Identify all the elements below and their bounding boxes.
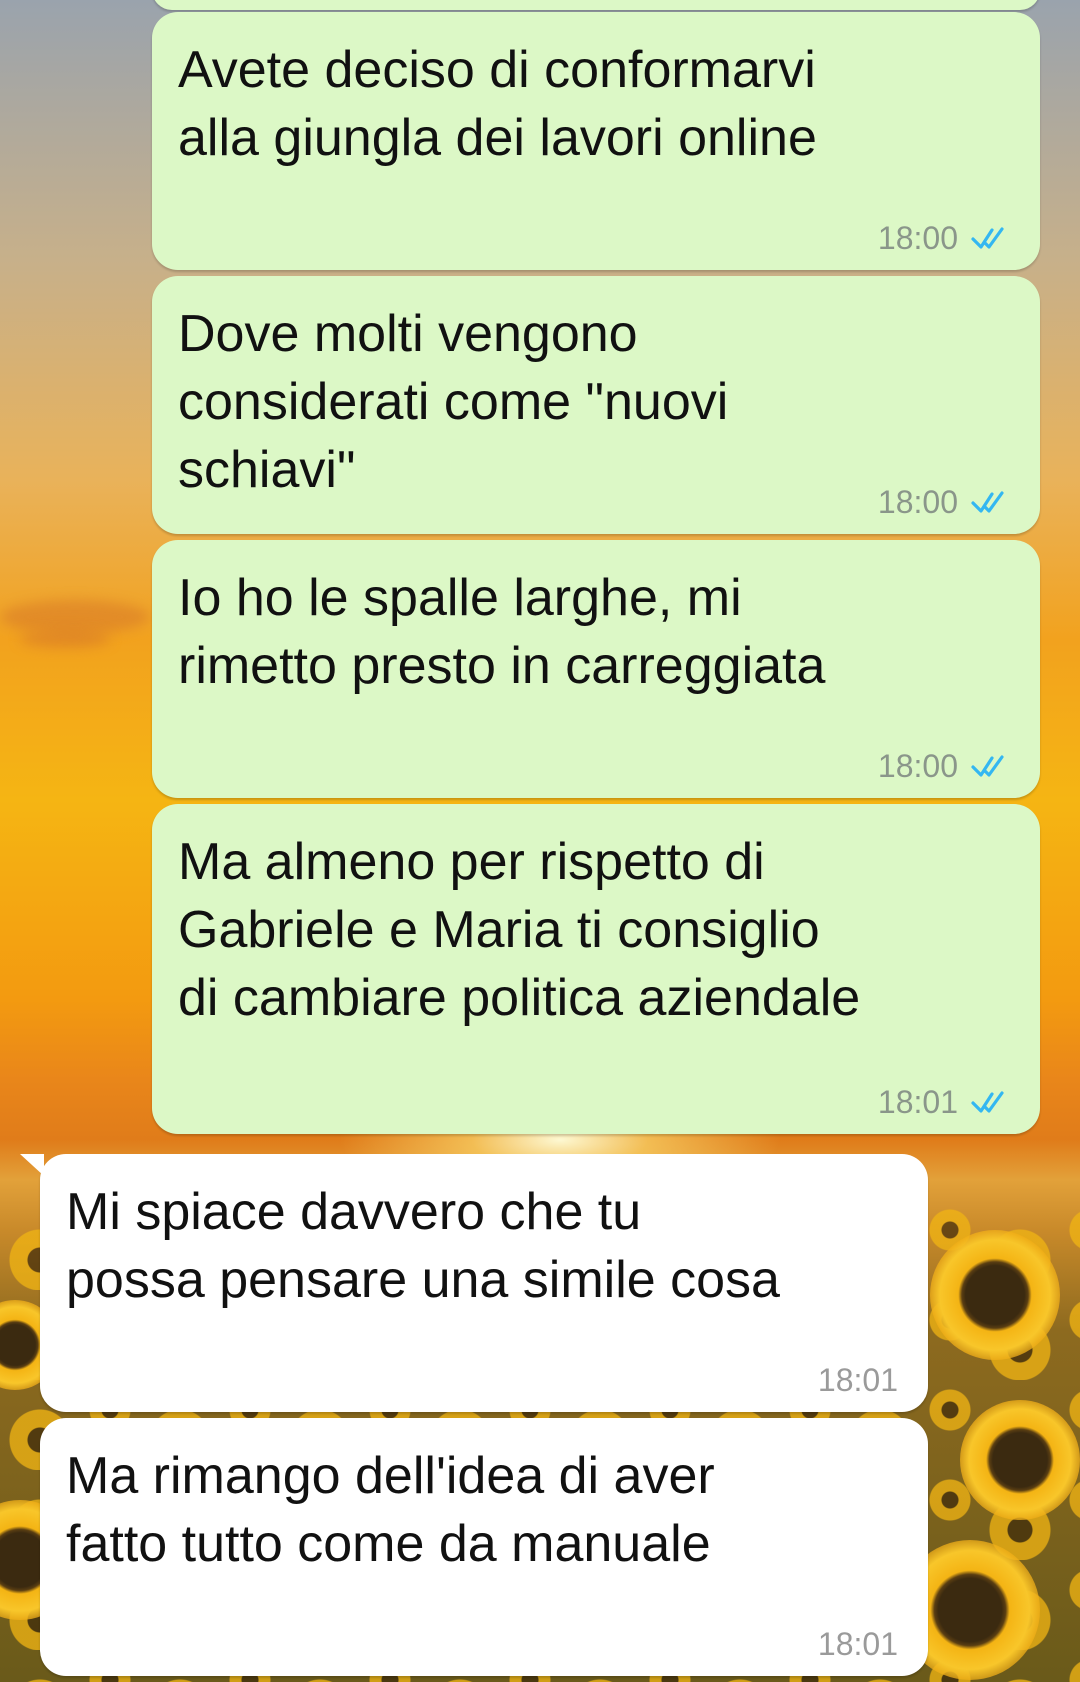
previous-message-bubble[interactable] — [152, 0, 1040, 10]
wallpaper-cloud — [0, 600, 150, 634]
message-time: 18:01 — [877, 1084, 958, 1120]
message-meta: 18:00 — [878, 484, 1014, 520]
outgoing-message[interactable]: Dove molti vengono considerati come "nuo… — [152, 276, 1040, 534]
sunflower — [960, 1400, 1080, 1520]
message-meta: 18:00 — [878, 220, 1014, 256]
incoming-message[interactable]: Ma rimango dell'idea di aver fatto tutto… — [40, 1418, 928, 1676]
wallpaper-cloud — [20, 630, 110, 648]
outgoing-message[interactable]: Avete deciso di conformarvi alla giungla… — [152, 12, 1040, 270]
message-text: Avete deciso di conformarvi alla giungla… — [178, 41, 817, 167]
incoming-message[interactable]: Mi spiace davvero che tu possa pensare u… — [20, 1154, 928, 1412]
message-text: Ma rimango dell'idea di aver fatto tutto… — [66, 1447, 715, 1573]
message-text: Mi spiace davvero che tu possa pensare u… — [66, 1183, 780, 1309]
message-meta: 18:01 — [818, 1362, 898, 1398]
message-time: 18:00 — [877, 484, 958, 520]
message-text: Ma almeno per rispetto di Gabriele e Mar… — [178, 833, 861, 1027]
double-check-read-icon — [971, 227, 1004, 249]
outgoing-message[interactable]: Ma almeno per rispetto di Gabriele e Mar… — [152, 804, 1040, 1134]
sunflower — [930, 1230, 1060, 1360]
message-time: 18:01 — [817, 1362, 898, 1398]
message-text: Io ho le spalle larghe, mi rimetto prest… — [178, 569, 826, 695]
message-meta: 18:00 — [878, 748, 1014, 784]
message-meta: 18:01 — [818, 1626, 898, 1662]
message-meta: 18:01 — [878, 1084, 1014, 1120]
outgoing-message[interactable]: Io ho le spalle larghe, mi rimetto prest… — [152, 540, 1040, 798]
message-text: Dove molti vengono considerati come "nuo… — [178, 305, 729, 499]
message-time: 18:01 — [817, 1626, 898, 1662]
double-check-read-icon — [971, 1091, 1004, 1113]
message-time: 18:00 — [877, 748, 958, 784]
message-time: 18:00 — [877, 220, 958, 256]
double-check-read-icon — [971, 491, 1004, 513]
double-check-read-icon — [971, 755, 1004, 777]
